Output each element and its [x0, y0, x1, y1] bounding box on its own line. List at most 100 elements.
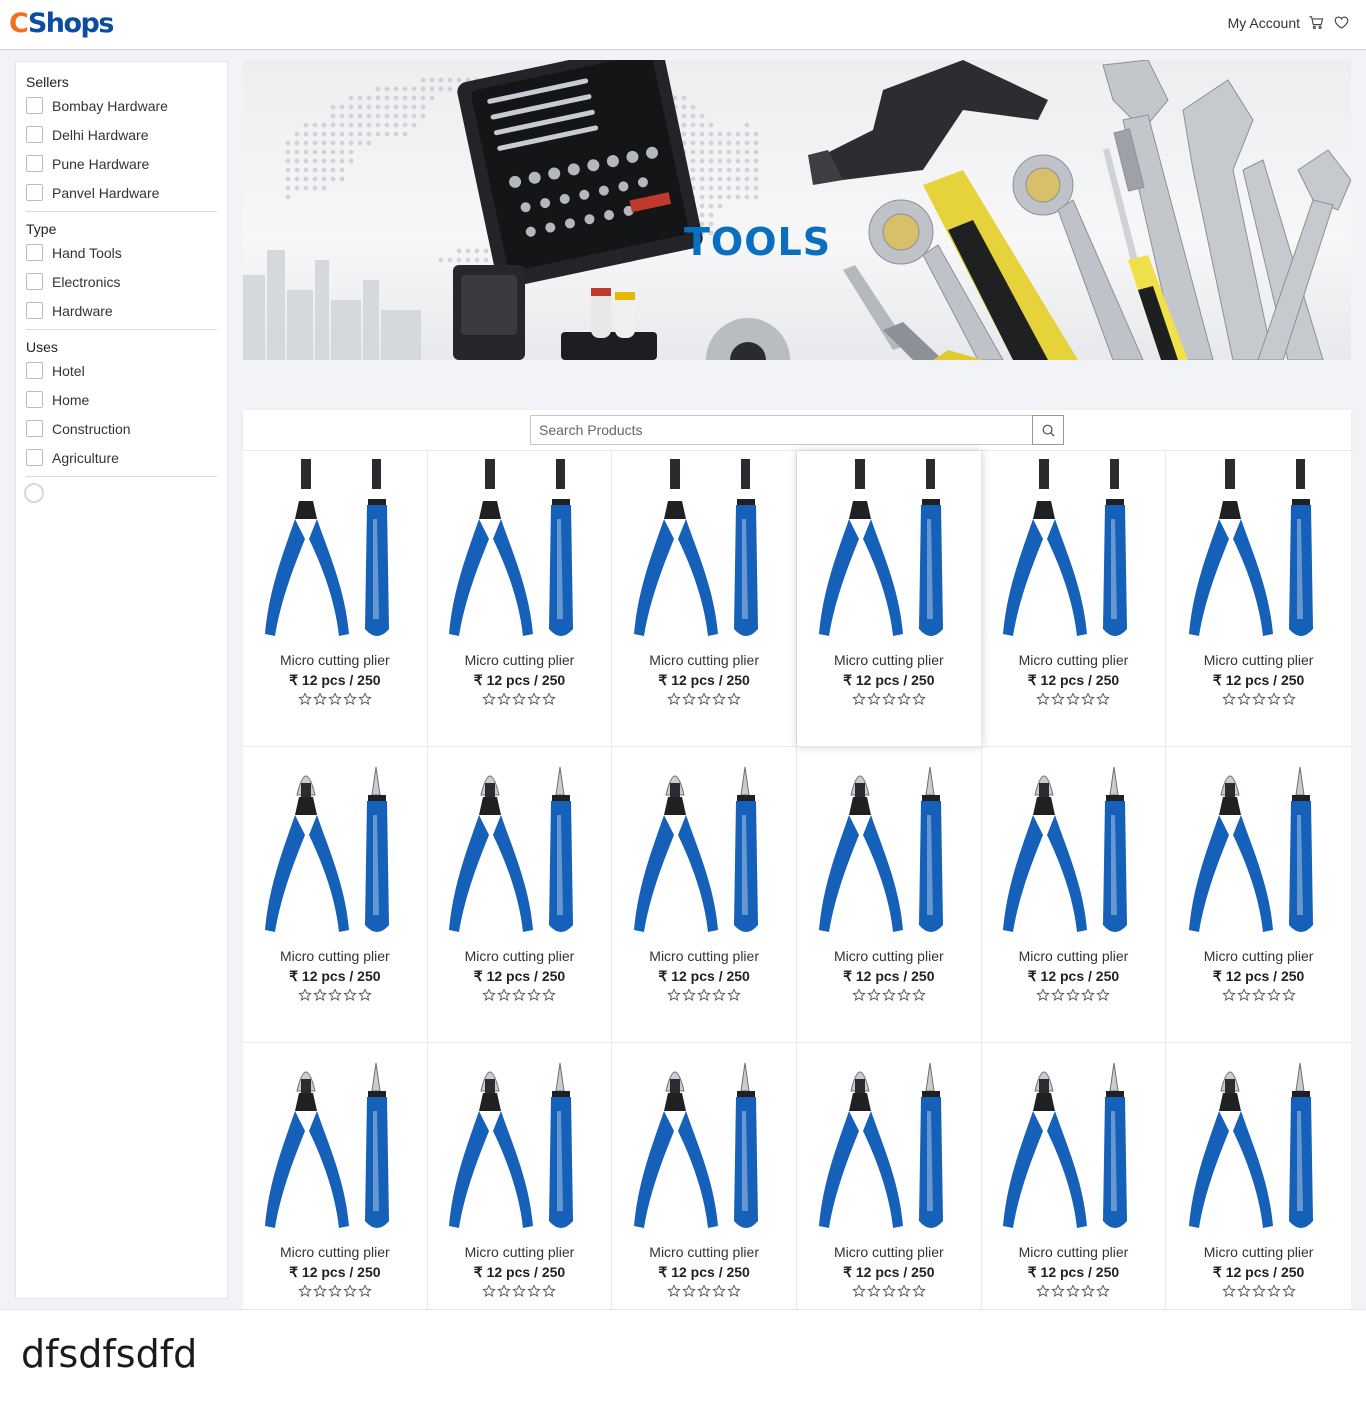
- star-icon[interactable]: [343, 988, 357, 1002]
- product-image[interactable]: [624, 1051, 784, 1241]
- product-card[interactable]: Micro cutting plier ₹ 12 pcs / 250: [981, 451, 1167, 747]
- product-image-wrap[interactable]: [255, 459, 415, 649]
- product-card[interactable]: Micro cutting plier ₹ 12 pcs / 250: [243, 747, 428, 1043]
- star-icon[interactable]: [897, 692, 911, 706]
- star-icon[interactable]: [482, 988, 497, 1002]
- product-image[interactable]: [993, 755, 1153, 945]
- star-icon[interactable]: [697, 692, 711, 706]
- star-icon[interactable]: [667, 692, 681, 706]
- product-image[interactable]: [993, 459, 1153, 649]
- checkbox[interactable]: [26, 97, 43, 114]
- star-icon[interactable]: [1251, 692, 1266, 706]
- checkbox[interactable]: [26, 449, 43, 466]
- product-name[interactable]: Micro cutting plier: [649, 1242, 759, 1262]
- star-icon[interactable]: [867, 1284, 881, 1298]
- cart-icon[interactable]: [1308, 14, 1325, 31]
- product-name[interactable]: Micro cutting plier: [465, 1242, 575, 1262]
- product-name[interactable]: Micro cutting plier: [834, 1242, 944, 1262]
- product-image-wrap[interactable]: [624, 459, 784, 649]
- product-card[interactable]: Micro cutting plier ₹ 12 pcs / 250: [612, 747, 797, 1043]
- product-card[interactable]: Micro cutting plier ₹ 12 pcs / 250: [612, 1043, 797, 1339]
- star-icon[interactable]: [882, 988, 896, 1002]
- product-image-wrap[interactable]: [1179, 459, 1339, 649]
- uses-option[interactable]: Home: [26, 385, 217, 414]
- star-icon[interactable]: [1066, 692, 1081, 706]
- star-icon[interactable]: [542, 988, 557, 1002]
- product-name[interactable]: Micro cutting plier: [465, 650, 575, 670]
- star-icon[interactable]: [497, 988, 512, 1002]
- product-image-wrap[interactable]: [439, 1051, 599, 1241]
- star-icon[interactable]: [1036, 1284, 1051, 1298]
- checkbox[interactable]: [26, 244, 43, 261]
- product-image-wrap[interactable]: [624, 1051, 784, 1241]
- type-option[interactable]: Electronics: [26, 267, 217, 296]
- star-icon[interactable]: [682, 988, 696, 1002]
- product-image-wrap[interactable]: [439, 459, 599, 649]
- star-icon[interactable]: [897, 1284, 911, 1298]
- star-icon[interactable]: [1281, 988, 1296, 1002]
- star-icon[interactable]: [1236, 988, 1251, 1002]
- star-icon[interactable]: [512, 1284, 527, 1298]
- star-icon[interactable]: [667, 988, 681, 1002]
- star-icon[interactable]: [482, 692, 497, 706]
- product-card[interactable]: Micro cutting plier ₹ 12 pcs / 250: [612, 451, 797, 747]
- checkbox[interactable]: [26, 273, 43, 290]
- star-icon[interactable]: [727, 1284, 741, 1298]
- star-icon[interactable]: [682, 1284, 696, 1298]
- product-image[interactable]: [624, 459, 784, 649]
- product-card[interactable]: Micro cutting plier ₹ 12 pcs / 250: [981, 1043, 1167, 1339]
- product-name[interactable]: Micro cutting plier: [1204, 650, 1314, 670]
- product-name[interactable]: Micro cutting plier: [649, 650, 759, 670]
- star-icon[interactable]: [667, 1284, 681, 1298]
- star-icon[interactable]: [1051, 988, 1066, 1002]
- product-image[interactable]: [809, 755, 969, 945]
- star-icon[interactable]: [1036, 692, 1051, 706]
- star-icon[interactable]: [912, 988, 926, 1002]
- product-image-wrap[interactable]: [993, 459, 1153, 649]
- seller-option[interactable]: Pune Hardware: [26, 149, 217, 178]
- star-icon[interactable]: [313, 988, 327, 1002]
- star-icon[interactable]: [1221, 988, 1236, 1002]
- product-card[interactable]: Micro cutting plier ₹ 12 pcs / 250: [981, 747, 1167, 1043]
- star-icon[interactable]: [1066, 1284, 1081, 1298]
- star-icon[interactable]: [482, 1284, 497, 1298]
- star-icon[interactable]: [882, 1284, 896, 1298]
- type-option[interactable]: Hardware: [26, 296, 217, 325]
- product-image[interactable]: [993, 1051, 1153, 1241]
- star-icon[interactable]: [1096, 1284, 1111, 1298]
- product-image-wrap[interactable]: [1179, 755, 1339, 945]
- star-icon[interactable]: [697, 1284, 711, 1298]
- checkbox[interactable]: [26, 126, 43, 143]
- star-icon[interactable]: [712, 692, 726, 706]
- product-image-wrap[interactable]: [624, 755, 784, 945]
- star-icon[interactable]: [697, 988, 711, 1002]
- star-icon[interactable]: [1096, 692, 1111, 706]
- star-icon[interactable]: [1251, 1284, 1266, 1298]
- star-icon[interactable]: [298, 692, 312, 706]
- star-icon[interactable]: [1251, 988, 1266, 1002]
- star-icon[interactable]: [1236, 692, 1251, 706]
- product-image[interactable]: [809, 459, 969, 649]
- star-icon[interactable]: [313, 1284, 327, 1298]
- star-icon[interactable]: [852, 1284, 866, 1298]
- star-icon[interactable]: [1266, 988, 1281, 1002]
- star-icon[interactable]: [852, 988, 866, 1002]
- product-image[interactable]: [439, 755, 599, 945]
- star-icon[interactable]: [1281, 692, 1296, 706]
- star-icon[interactable]: [712, 1284, 726, 1298]
- product-card[interactable]: Micro cutting plier ₹ 12 pcs / 250: [243, 451, 428, 747]
- star-icon[interactable]: [912, 692, 926, 706]
- product-image-wrap[interactable]: [255, 1051, 415, 1241]
- star-icon[interactable]: [867, 988, 881, 1002]
- star-icon[interactable]: [328, 1284, 342, 1298]
- star-icon[interactable]: [358, 692, 372, 706]
- uses-option[interactable]: Hotel: [26, 356, 217, 385]
- search-button[interactable]: [1032, 415, 1064, 445]
- seller-option[interactable]: Panvel Hardware: [26, 178, 217, 207]
- star-icon[interactable]: [343, 1284, 357, 1298]
- product-name[interactable]: Micro cutting plier: [1019, 946, 1129, 966]
- star-icon[interactable]: [358, 1284, 372, 1298]
- star-icon[interactable]: [1066, 988, 1081, 1002]
- uses-option[interactable]: Agriculture: [26, 443, 217, 472]
- product-card[interactable]: Micro cutting plier ₹ 12 pcs / 250: [1166, 451, 1351, 747]
